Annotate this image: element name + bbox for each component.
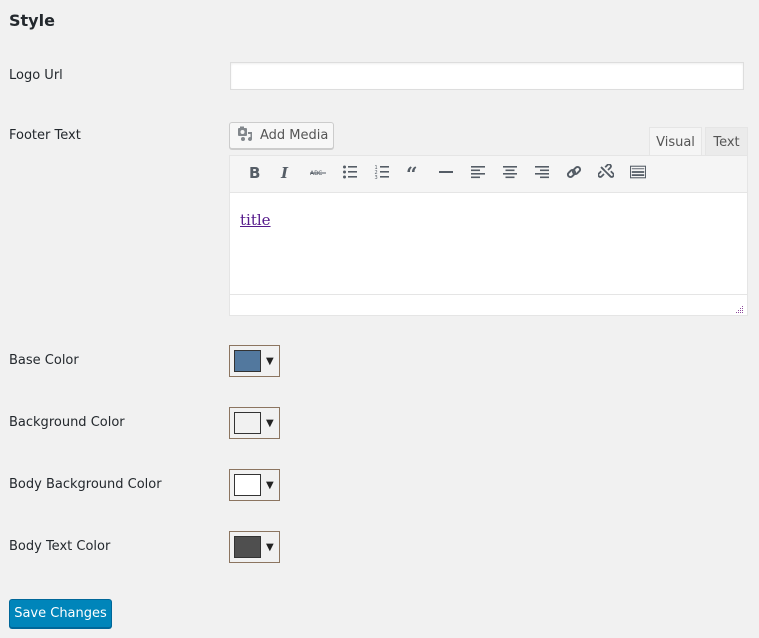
chevron-down-icon: ▼ [266, 541, 274, 553]
editor-toolbar: B I ABC 123 “ [230, 156, 747, 193]
strikethrough-icon: ABC [310, 164, 326, 184]
italic-button[interactable]: I [270, 160, 302, 188]
insert-link-button[interactable] [558, 160, 590, 188]
bold-button[interactable]: B [238, 160, 270, 188]
align-left-button[interactable] [462, 160, 494, 188]
bulleted-list-icon [342, 164, 358, 184]
keyboard-icon [629, 164, 647, 184]
background-color-label: Background Color [9, 415, 125, 430]
svg-text:3: 3 [375, 175, 378, 180]
link-icon [566, 164, 582, 184]
numbered-list-icon: 123 [374, 164, 390, 184]
logo-url-label: Logo Url [9, 68, 63, 83]
save-changes-button[interactable]: Save Changes [9, 599, 112, 628]
body-background-color-picker[interactable]: ▼ [229, 469, 280, 501]
toolbar-toggle-button[interactable] [622, 160, 654, 188]
base-color-picker[interactable]: ▼ [229, 345, 280, 377]
tab-text[interactable]: Text [705, 127, 748, 156]
chevron-down-icon: ▼ [266, 355, 274, 367]
page-title: Style [9, 11, 55, 30]
blockquote-icon: “ [406, 162, 422, 186]
horizontal-rule-button[interactable] [430, 160, 462, 188]
content-link[interactable]: title [240, 211, 271, 229]
base-color-swatch [234, 350, 261, 372]
horizontal-rule-icon [438, 164, 454, 184]
svg-text:B: B [249, 164, 260, 180]
align-right-icon [534, 164, 550, 184]
blockquote-button[interactable]: “ [398, 160, 430, 188]
body-text-color-picker[interactable]: ▼ [229, 531, 280, 563]
bold-icon: B [246, 164, 262, 184]
italic-icon: I [278, 164, 294, 184]
numbered-list-button[interactable]: 123 [366, 160, 398, 188]
body-text-color-swatch [234, 536, 261, 558]
chevron-down-icon: ▼ [266, 479, 274, 491]
bulleted-list-button[interactable] [334, 160, 366, 188]
chevron-down-icon: ▼ [266, 417, 274, 429]
svg-text:“: “ [406, 164, 418, 180]
align-center-button[interactable] [494, 160, 526, 188]
tab-visual[interactable]: Visual [649, 127, 702, 157]
media-icon [237, 126, 255, 146]
editor-content-area[interactable]: title [230, 193, 747, 294]
background-color-swatch [234, 412, 261, 434]
logo-url-input[interactable] [230, 62, 744, 90]
footer-text-editor: B I ABC 123 “ [229, 155, 748, 316]
strikethrough-button[interactable]: ABC [302, 160, 334, 188]
body-background-color-swatch [234, 474, 261, 496]
body-background-color-label: Body Background Color [9, 477, 162, 492]
add-media-label: Add Media [260, 128, 329, 143]
editor-statusbar [230, 294, 747, 315]
resize-handle-icon[interactable] [735, 303, 744, 313]
base-color-label: Base Color [9, 353, 79, 368]
remove-link-button[interactable] [590, 160, 622, 188]
add-media-button[interactable]: Add Media [229, 122, 334, 149]
footer-text-label: Footer Text [9, 128, 81, 143]
align-center-icon [502, 164, 518, 184]
svg-text:I: I [280, 164, 289, 180]
align-right-button[interactable] [526, 160, 558, 188]
align-left-icon [470, 164, 486, 184]
background-color-picker[interactable]: ▼ [229, 407, 280, 439]
body-text-color-label: Body Text Color [9, 539, 111, 554]
unlink-icon [597, 163, 615, 184]
